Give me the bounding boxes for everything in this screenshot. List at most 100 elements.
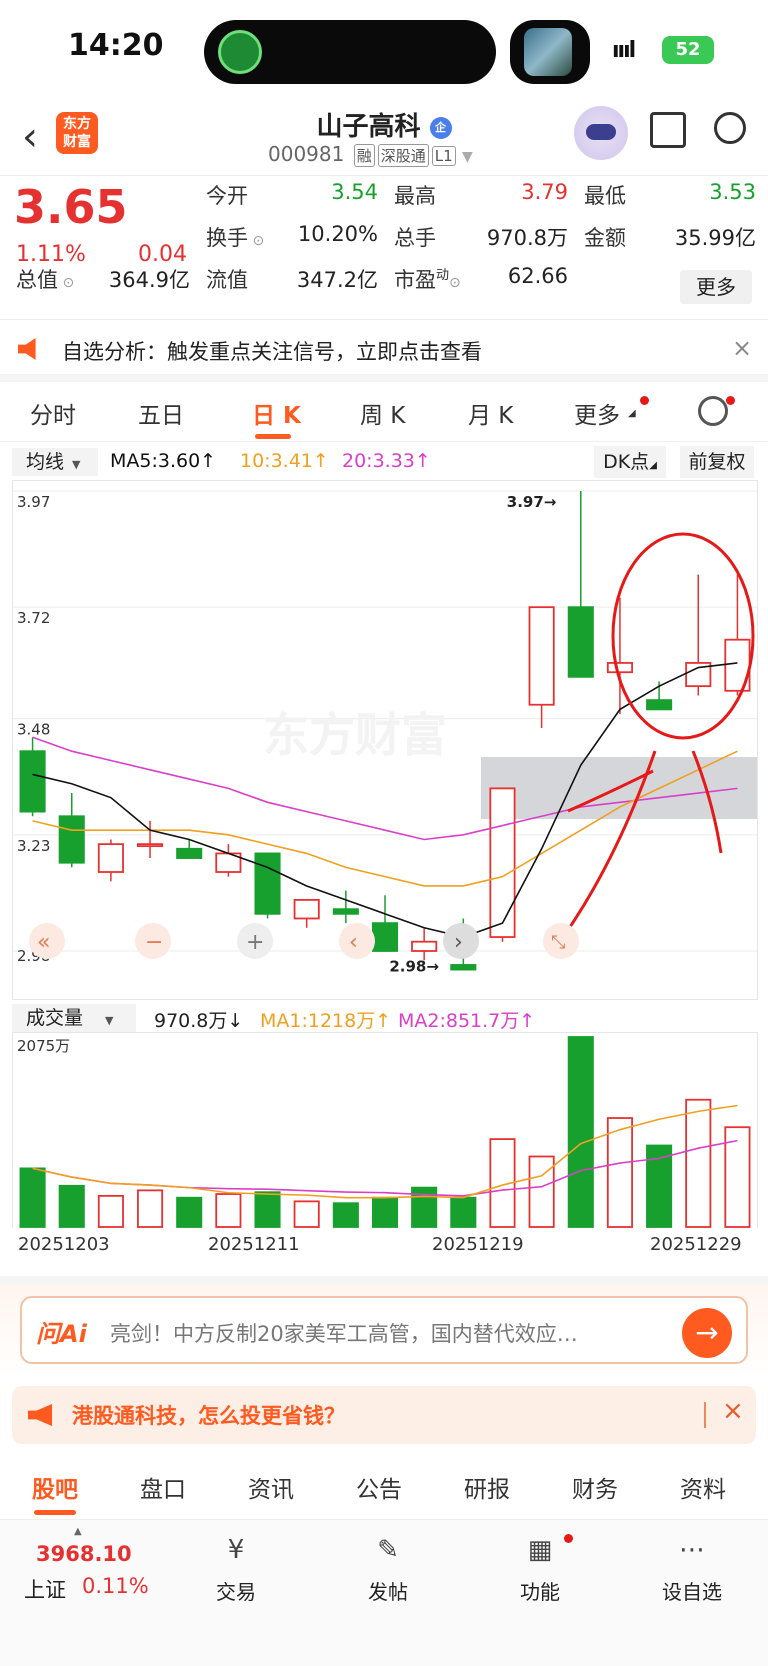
total-cap-label-text: 总值 — [16, 268, 58, 292]
volume-legend-row: 成交量 ▼ 970.8万↓ MA1:1218万↑ MA2:851.7万↑ — [0, 1002, 768, 1032]
ai-assistant-icon[interactable] — [574, 106, 628, 160]
total-cap-label: 总值 ⊙ — [16, 264, 74, 294]
amount-label: 金额 — [584, 226, 626, 250]
volume-bar — [19, 1167, 46, 1228]
tab-profile[interactable]: 资料 — [680, 1470, 726, 1504]
ai-ask-bar: 问Ai 亮剑！中方反制20家美军工高管，国内替代效应… → — [0, 1284, 768, 1376]
info-icon[interactable]: ⊙ — [449, 275, 461, 291]
ma5-value: MA5:3.60↑ — [110, 450, 217, 472]
candle-body — [58, 815, 85, 864]
tab-orderbook[interactable]: 盘口 — [140, 1470, 186, 1504]
status-time: 14:20 — [68, 28, 164, 63]
nav-label: 发帖 — [368, 1580, 408, 1604]
index-name[interactable]: 上证 — [24, 1574, 66, 1604]
candle-body — [19, 750, 46, 813]
volume-indicator-select[interactable]: 成交量 ▼ — [12, 1004, 136, 1032]
gear-icon[interactable] — [698, 396, 728, 426]
candle-body — [371, 922, 399, 952]
more-button[interactable]: 更多 — [680, 270, 752, 304]
high-value: 3.79 — [521, 180, 568, 204]
notice-bar[interactable]: 自选分析：触发重点关注信号，立即点击查看 × — [0, 320, 768, 382]
double-chevron-left-icon: « — [37, 930, 50, 955]
edit-icon: ✎ — [377, 1535, 399, 1565]
nav-add-watchlist[interactable]: ⋯ 设自选 — [644, 1530, 740, 1605]
turnover-label: 换手 ⊙ — [206, 222, 264, 252]
volume-current: 970.8万↓ — [154, 1010, 244, 1032]
low-marker: 2.98→ — [389, 958, 439, 976]
tab-news[interactable]: 资讯 — [248, 1470, 294, 1504]
volume-bar — [371, 1196, 399, 1228]
nav-post[interactable]: ✎ 发帖 — [340, 1530, 436, 1605]
promo-banner[interactable]: 港股通科技，怎么投更省钱？ × — [12, 1386, 756, 1444]
tab-weekly-k[interactable]: 周 K — [360, 396, 405, 430]
tab-more[interactable]: 更多 — [574, 396, 620, 430]
dk-point-label: DK点 — [603, 451, 650, 473]
tab-research[interactable]: 研报 — [464, 1470, 510, 1504]
plus-icon: + — [246, 930, 264, 955]
close-icon[interactable]: × — [722, 1396, 744, 1426]
volume-bar — [450, 1196, 477, 1228]
indicator-select[interactable]: 均线 ▼ — [12, 448, 98, 476]
dk-point-button[interactable]: DK点◢ — [594, 446, 666, 478]
tab-forum[interactable]: 股吧 — [32, 1470, 78, 1504]
dropdown-icon: ▼ — [72, 458, 81, 471]
date-label: 20251229 — [650, 1234, 742, 1255]
float-cap-value: 347.2亿 — [296, 268, 378, 292]
index-value[interactable]: 3968.10 — [36, 1542, 132, 1566]
new-dot — [640, 396, 649, 405]
tab-intraday[interactable]: 分时 — [30, 396, 76, 430]
stock-code: 000981 — [268, 142, 345, 166]
ai-logo: 问Ai — [36, 1320, 87, 1348]
ai-headline[interactable]: 亮剑！中方反制20家美军工高管，国内替代效应… — [110, 1318, 670, 1348]
volume-bar — [332, 1202, 359, 1228]
info-icon[interactable]: ⊙ — [248, 233, 264, 249]
candle-body — [137, 843, 164, 848]
bottom-nav: ▲ 3968.10 上证 0.11% ¥ 交易 ✎ 发帖 ▦ 功能 ⋯ 设自选 — [0, 1520, 768, 1666]
nav-label: 功能 — [520, 1580, 560, 1604]
corner-triangle-icon: ◢ — [628, 408, 636, 419]
tab-financials[interactable]: 财务 — [572, 1470, 618, 1504]
minus-icon: − — [145, 930, 163, 955]
candle-body — [450, 964, 477, 971]
candle-body — [176, 847, 203, 859]
last-price: 3.65 — [14, 180, 128, 234]
section-divider — [0, 1276, 768, 1284]
notice-text[interactable]: 自选分析：触发重点关注信号，立即点击查看 — [62, 336, 482, 366]
close-icon[interactable]: × — [732, 334, 752, 362]
volume-svg[interactable]: 2075万 — [13, 1033, 757, 1229]
y-tick-label: 3.23 — [17, 837, 50, 855]
y-tick-label: 3.97 — [17, 493, 50, 511]
tab-daily-k[interactable]: 日 K — [252, 396, 301, 430]
live-activity-icon — [218, 30, 262, 74]
candle-body — [606, 662, 633, 674]
index-percent[interactable]: 0.11% — [82, 1574, 149, 1598]
volume-bars — [19, 1036, 751, 1228]
tab-five-day[interactable]: 五日 — [138, 396, 184, 430]
arrow-right-icon[interactable]: → — [682, 1308, 732, 1358]
promo-text[interactable]: 港股通科技，怎么投更省钱？ — [72, 1400, 345, 1430]
date-label: 20251203 — [18, 1234, 110, 1255]
adjust-button[interactable]: 前复权 — [680, 446, 754, 478]
chevron-down-icon[interactable]: ▼ — [462, 149, 473, 165]
kline-chart[interactable]: 东方财富 3.97 3.72 3.48 3.23 2.98 3.97→ 2.98→ « −… — [12, 480, 758, 1000]
volume-label: 总手 — [394, 226, 436, 250]
tab-announcements[interactable]: 公告 — [356, 1470, 402, 1504]
ai-ask-box[interactable]: 问Ai 亮剑！中方反制20家美军工高管，国内替代效应… → — [20, 1296, 748, 1364]
tab-monthly-k[interactable]: 月 K — [468, 396, 513, 430]
volume-bar — [293, 1200, 320, 1228]
nav-functions[interactable]: ▦ 功能 — [492, 1530, 588, 1605]
robot-face — [586, 124, 616, 140]
volume-bar — [97, 1194, 124, 1228]
share-icon[interactable] — [650, 112, 686, 148]
stock-code-row: 000981 融深股通 L1 ▼ — [268, 142, 473, 167]
y-tick-label: 3.48 — [17, 721, 50, 739]
nav-trade[interactable]: ¥ 交易 — [188, 1530, 284, 1605]
settings-dot — [726, 396, 735, 405]
open-value: 3.54 — [331, 180, 378, 204]
search-icon[interactable] — [714, 112, 746, 144]
kline-svg[interactable]: 东方财富 3.973.723.483.232.98 3.97→2.98→ « −… — [13, 481, 757, 999]
info-icon[interactable]: ⊙ — [58, 275, 74, 291]
volume-chart[interactable]: 2075万 — [12, 1032, 758, 1228]
date-label: 20251219 — [432, 1234, 524, 1255]
caret-up-icon: ▲ — [74, 1526, 82, 1537]
